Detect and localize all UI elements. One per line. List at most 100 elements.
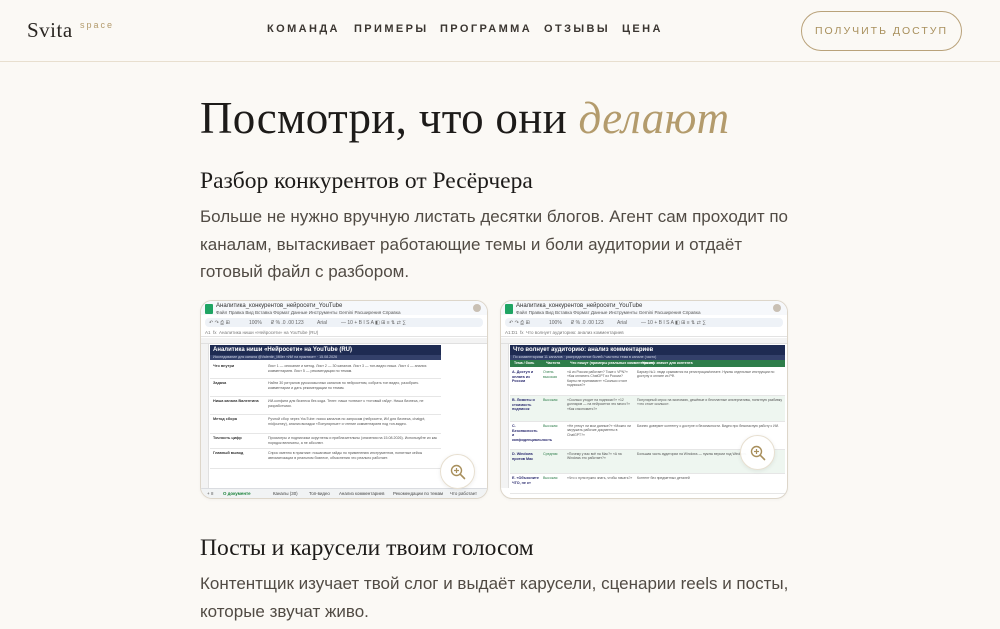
sheet-grid: Что волнует аудиторию: анализ комментари… [510,345,785,496]
sheet-toolbar: ↶ ↷ ⎙ ⊞ 100% ₽ % .0 .00 123 Arial — 10 +… [205,318,483,327]
sheet-banner: Что волнует аудиторию: анализ комментари… [510,345,785,355]
table-row: В. Лимиты и стоимость подписок Высокая «Ск… [510,396,785,422]
cell-meaning: Контент без предметных деталей [637,476,690,480]
section-text-posts: Контентщик изучает твой слог и выдаёт ка… [200,574,789,621]
zoom-in-icon [450,464,465,479]
cell-topic: А. Доступ и оплата из России [512,370,534,383]
text-format-icons: — 10 + B I S A ◧ ⊞ ≡ ⇅ ⇄ ∑ [641,320,706,326]
table-row: Задача Найти 30 ритуалов русскоязычных ка… [210,379,441,397]
cell-meaning: Популярный спрос на экономию, дешёвые и … [637,398,783,407]
cell-quotes: «Не утекут ли мои данные?» «Можно ли заг… [567,424,631,437]
screenshot-comments-analysis[interactable]: Аналитика_конкурентов_нейросети_YouTube … [500,300,788,499]
row-value: Лист 1 — описание и метод. Лист 2 — 30 к… [268,364,427,373]
cell-ref: A1 [205,330,211,335]
text-format-icons: — 10 + B I S A ◧ ⊞ ≡ ⇅ ⇄ ∑ [341,320,406,326]
page-title-main: Посмотри, что они [200,93,579,143]
site-header: Svita space КОМАНДА ПРИМЕРЫ ПРОГРАММА ОТ… [0,0,1000,62]
zoom-button[interactable] [740,435,775,470]
cell-topic: В. Лимиты и стоимость подписок [512,398,535,411]
sheet-menu: Файл Правка Вид Вставка Формат Данные Ин… [216,310,401,315]
table-row: Е. «Объясните ЧТО, не к» Высокая «Что с ну… [510,474,785,494]
row-value: Ручной сбор через YouTube: поиск каналов… [268,417,426,426]
zoom-button[interactable] [440,454,475,489]
nav-item-reviews[interactable]: ОТЗЫВЫ [544,23,610,35]
cell-topic: D. Windows против Mac [512,452,534,461]
row-key: Главный вывод [213,451,244,455]
cell-topic: С. Безопасность и конфиденциальность [512,424,553,442]
sheet-tab: О документе [223,491,251,496]
zoom-in-icon [750,445,765,460]
cell-meaning: Бизнес доверяет контенту о доступе и без… [637,424,779,428]
row-key: Точность цифр [213,436,242,440]
page-title-accent: делают [578,93,730,143]
sheet-tab: Топ-видео [309,491,330,496]
formula-bar: A1:D1 fx Что волнует аудиторию: анализ к… [501,329,787,337]
cell-frequency: Высокая [543,398,558,402]
nav-item-program[interactable]: ПРОГРАММА [440,23,532,35]
format-icons: ₽ % .0 .00 123 [571,320,604,326]
row-value: Найти 30 ритуалов русскоязычных каналов … [268,381,419,390]
sheet-banner: Аналитика ниши «Нейросети» на YouTube (R… [210,345,441,355]
cell-meaning: Барьер №1: люди срываются на регистрации… [637,370,775,379]
formula-text: Аналитика ниши «Нейросети» на YouTube (R… [219,330,319,335]
cell-quotes: «Что с нуля нужно знать, чтобы начать?» [567,476,633,480]
screenshot-competitor-analysis[interactable]: Аналитика_конкурентов_нейросети_YouTube … [200,300,488,499]
section-title-research: Разбор конкурентов от Ресёрчера [200,168,533,194]
undo-icon: ↶ ↷ ⎙ ⊞ [209,320,230,326]
col-header: Частота [546,361,561,365]
formula-text: Что волнует аудиторию: анализ комментари… [526,330,624,335]
cell-quotes: «Сколько уходит на подписки?» «12 доллар… [567,398,631,411]
add-sheet-icon: + ≡ [207,491,214,496]
formula-bar: A1 fx Аналитика ниши «Нейросети» на YouT… [201,329,487,337]
section-title-posts: Посты и карусели твоим голосом [200,535,534,561]
sheet-grid: Аналитика ниши «Нейросети» на YouTube (R… [210,345,441,486]
column-headers [201,338,487,344]
cell-quotes: «А из России работает? Тоже с VPN?» «Как… [567,370,628,388]
row-numbers [201,344,209,488]
cell-quotes: «Почему у вас всё на Mac?» «А на Windows… [567,452,622,461]
cell-frequency: Высокая [543,476,558,480]
table-row: Метод сбора Ручной сбор через YouTube: по… [210,415,441,434]
undo-icon: ↶ ↷ ⎙ ⊞ [509,320,530,326]
row-key: Ниша канала Валентина [213,399,259,403]
sheet-tab: Рекомендации по темам [393,491,444,496]
sheets-icon [205,304,213,314]
row-numbers [501,344,509,488]
row-key: Метод сбора [213,417,237,421]
font-name: Arial [617,320,628,326]
table-header: Тема / боль Частота Что пишут (примеры р… [510,360,785,367]
sheet-tabs: + ≡ О документе Каналы (30) Топ-видео Ан… [201,488,487,498]
nav-item-team[interactable]: КОМАНДА [267,23,340,35]
table-row: Главный вывод Спрос именно в практике: по… [210,449,441,469]
format-icons: ₽ % .0 .00 123 [271,320,304,326]
sheet-tab: Анализ комментариев [339,491,385,496]
table-row: Ниша канала Валентина ИИ-конфиги для бизн… [210,397,441,415]
row-key: Что внутри [213,364,235,368]
nav-item-price[interactable]: ЦЕНА [622,23,663,35]
zoom-value: 100% [549,320,562,326]
page-title: Посмотри, что они делают [200,92,729,144]
sheet-tab: Что работает [450,491,478,496]
zoom-value: 100% [249,320,262,326]
row-value: Спрос именно в практике: пошаговые гайды… [268,451,423,460]
avatar [473,304,481,312]
row-value: ИИ-конфиги для бизнеса без кода. Телег: … [268,399,424,408]
nav-item-examples[interactable]: ПРИМЕРЫ [354,23,429,35]
table-row: А. Доступ и оплата из России Очень высока… [510,368,785,396]
cell-frequency: Средняя [543,452,558,456]
col-header: Что это значит для контента [642,361,693,365]
sheets-icon [505,304,513,314]
sheet-toolbar: ↶ ↷ ⎙ ⊞ 100% ₽ % .0 .00 123 Arial — 10 +… [505,318,783,327]
table-row: Точность цифр Просмотры и подписчики окру… [210,434,441,449]
sheet-doc-title: Аналитика_конкурентов_нейросети_YouTube [216,303,343,309]
font-name: Arial [317,320,328,326]
cell-frequency: Высокая [543,424,558,428]
row-key: Задача [213,381,227,385]
sheet-menu: Файл Правка Вид Вставка Формат Данные Ин… [516,310,701,315]
section-text-research: Больше не нужно вручную листать десятки … [200,207,788,281]
get-access-button[interactable]: ПОЛУЧИТЬ ДОСТУП [801,11,962,51]
column-headers [501,338,787,344]
cell-frequency: Очень высокая [543,370,557,379]
sheet-doc-title: Аналитика_конкурентов_нейросети_YouTube [516,303,643,309]
table-row: Что внутри Лист 1 — описание и метод. Лис… [210,362,441,379]
